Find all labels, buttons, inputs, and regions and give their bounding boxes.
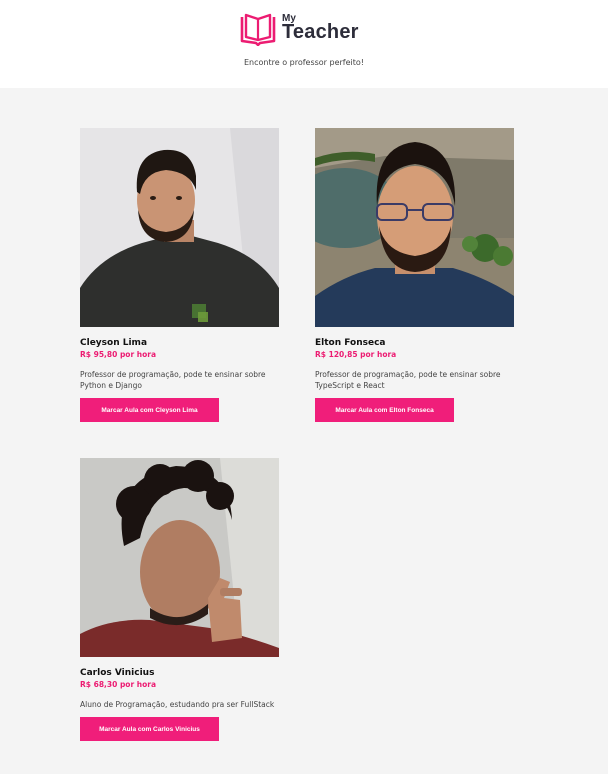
teacher-photo: [315, 128, 514, 327]
teacher-photo: [80, 458, 279, 657]
open-book-icon: [240, 13, 276, 46]
teacher-card: Elton Fonseca R$ 120,85 por hora Profess…: [315, 128, 515, 422]
teacher-price: R$ 95,80 por hora: [80, 350, 157, 359]
teacher-bio: Professor de programação, pode te ensina…: [315, 370, 501, 390]
logo[interactable]: My Teacher: [239, 12, 359, 48]
teacher-card: Carlos Vinicius R$ 68,30 por hora Aluno …: [80, 458, 280, 741]
site-header: My Teacher Encontre o professor perfeito…: [0, 0, 608, 88]
teacher-name: Cleyson Lima: [80, 338, 148, 348]
logo-text: Teacher: [282, 21, 359, 43]
teacher-price: R$ 68,30 por hora: [80, 680, 157, 689]
schedule-class-button[interactable]: Marcar Aula com Elton Fonseca: [315, 398, 454, 422]
teacher-price: R$ 120,85 por hora: [315, 350, 397, 359]
teacher-bio: Aluno de Programação, estudando pra ser …: [80, 700, 275, 709]
schedule-class-button[interactable]: Marcar Aula com Carlos Vinicius: [80, 717, 219, 741]
schedule-class-button[interactable]: Marcar Aula com Cleyson Lima: [80, 398, 219, 422]
teacher-card: Cleyson Lima R$ 95,80 por hora Professor…: [80, 128, 280, 422]
teacher-photo: [80, 128, 279, 327]
teacher-bio: Professor de programação, pode te ensina…: [80, 370, 266, 390]
tagline: Encontre o professor perfeito!: [243, 58, 364, 67]
teacher-name: Carlos Vinicius: [80, 668, 155, 678]
teacher-name: Elton Fonseca: [315, 338, 386, 348]
